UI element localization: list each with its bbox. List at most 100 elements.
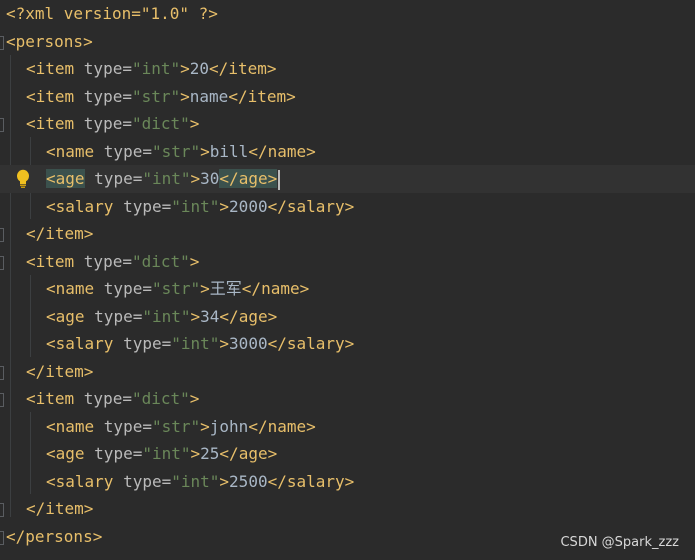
element-content: 2000 [229,196,268,216]
element-content: 王军 [209,279,242,298]
attribute-value: "dict" [131,114,190,133]
open-tag: <name [46,141,104,161]
close-tag: </salary> [267,196,355,216]
code-text: <item type="str">name</item> [26,83,296,111]
code-line[interactable]: <item type="str">name</item> [0,83,695,111]
equals-sign: = [161,334,172,353]
tag-end: > [219,334,230,353]
equals-sign: = [122,389,132,408]
code-text: <salary type="int">2500</salary> [46,468,354,496]
code-line[interactable]: <name type="str">bill</name> [0,138,695,166]
open-tag: <persons> [6,31,93,51]
code-line[interactable]: <name type="str">john</name> [0,413,695,441]
close-tag: </item> [26,361,94,381]
code-text: <name type="str">bill</name> [46,138,316,166]
attribute-name: type [103,141,143,161]
current-code-line[interactable]: <age type="int">30</age> [0,165,695,193]
attribute-value: "int" [171,334,220,353]
element-content: name [189,86,229,106]
code-text: <age type="int">30</age> [46,165,281,193]
close-tag: </item> [26,499,94,518]
code-text: <age type="int">34</age> [46,303,277,331]
equals-sign: = [122,114,132,133]
watermark: CSDN @Spark_zzz [560,535,679,550]
code-text: <item type="int">20</item> [26,55,276,83]
element-content: 2500 [229,471,268,491]
code-line[interactable]: <item type="dict"> [0,385,695,413]
close-tag: </name> [248,416,316,436]
attribute-value: "dict" [131,389,190,408]
attribute-value: "str" [151,279,201,298]
tag-end: > [200,416,210,436]
code-line[interactable]: <item type="dict"> [0,110,695,138]
code-text: <item type="dict"> [26,248,199,276]
fold-marker-icon[interactable] [0,365,4,380]
code-line[interactable]: <?xml version="1.0" ?> [0,0,695,28]
code-line[interactable]: <salary type="int">3000</salary> [0,330,695,358]
element-content: 34 [200,306,220,326]
attribute-name: type [83,251,123,271]
code-line[interactable]: </item> [0,220,695,248]
open-tag: <name [46,279,104,298]
attribute-name: type [123,196,162,216]
open-tag: <item [26,59,84,78]
code-line[interactable]: <item type="dict"> [0,248,695,276]
attribute-value: "int" [171,471,220,491]
code-text: <name type="str">王军</name> [46,275,309,303]
attribute-name: type [83,86,123,106]
tag-end: > [200,279,210,298]
element-content: 25 [200,444,220,463]
code-text: <salary type="int">3000</salary> [46,330,354,358]
close-tag: </age> [219,444,278,463]
tag-end: > [189,114,200,133]
matched-close-tag: </age> [219,169,278,188]
attribute-value: "dict" [131,251,190,271]
attribute-name: type [123,334,162,353]
lightbulb-icon[interactable] [16,169,30,189]
fold-marker-icon[interactable] [0,255,4,270]
equals-sign: = [122,59,132,78]
fold-marker-icon[interactable] [0,393,4,407]
equals-sign: = [122,86,132,106]
close-tag: </age> [219,306,278,326]
code-text: <item type="dict"> [26,385,199,413]
tag-end: > [189,389,200,408]
equals-sign: = [161,196,172,216]
xml-declaration: <?xml version="1.0" ?> [6,4,218,23]
fold-marker-icon[interactable] [0,118,4,132]
tag-end: > [190,444,201,463]
close-tag: </item> [209,59,277,78]
code-line[interactable]: </item> [0,495,695,523]
fold-marker-icon[interactable] [0,35,4,50]
code-line[interactable]: <age type="int">34</age> [0,303,695,331]
element-content: 20 [189,59,210,78]
code-text: </item> [26,220,93,248]
element-content: john [209,416,249,436]
tag-end: > [180,59,190,78]
code-line[interactable]: </item> [0,358,695,386]
code-text: </persons> [6,523,102,551]
tag-end: > [219,471,230,491]
code-line[interactable]: <age type="int">25</age> [0,440,695,468]
tag-end: > [189,251,200,271]
code-line[interactable]: <persons> [0,28,695,56]
fold-marker-icon[interactable] [0,228,4,242]
equals-sign: = [132,306,143,326]
open-tag: <salary [46,334,124,353]
matched-open-tag: <age [46,169,85,188]
code-line[interactable]: <name type="str">王军</name> [0,275,695,303]
attribute-name: type [83,114,123,133]
close-tag: </item> [228,86,296,106]
fold-marker-icon[interactable] [0,530,4,545]
code-line[interactable]: <item type="int">20</item> [0,55,695,83]
attribute-name: type [83,389,123,408]
code-line[interactable]: <salary type="int">2000</salary> [0,193,695,221]
element-content: 30 [200,169,220,188]
code-line[interactable]: <salary type="int">2500</salary> [0,468,695,496]
code-editor[interactable]: <?xml version="1.0" ?> <persons> <item t… [0,0,695,560]
open-tag: <age [46,444,95,463]
close-tag: </name> [248,141,316,161]
tag-end: > [190,306,201,326]
fold-marker-icon[interactable] [0,503,4,517]
element-content: bill [209,141,249,161]
